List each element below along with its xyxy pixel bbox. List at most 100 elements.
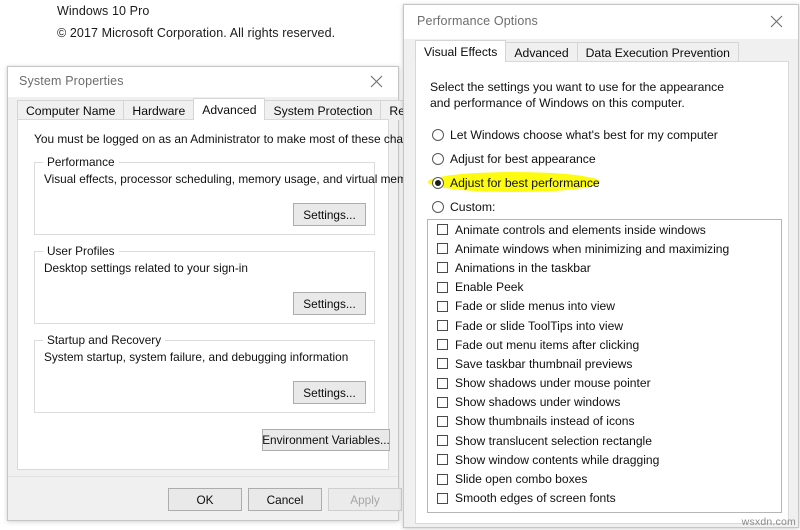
effect-list-item[interactable]: Save taskbar thumbnail previews bbox=[428, 354, 781, 373]
tab-system-protection[interactable]: System Protection bbox=[264, 100, 382, 120]
tab-data-execution-prevention[interactable]: Data Execution Prevention bbox=[576, 42, 739, 62]
tab-label: Advanced bbox=[514, 45, 569, 60]
radio-label: Adjust for best performance bbox=[450, 176, 600, 190]
close-button[interactable] bbox=[354, 67, 398, 96]
effect-label: Show thumbnails instead of icons bbox=[455, 414, 635, 429]
effect-list-item[interactable]: Fade or slide ToolTips into view bbox=[428, 316, 781, 335]
startup-recovery-settings-button[interactable]: Settings... bbox=[293, 381, 366, 404]
advanced-tab-panel: You must be logged on as an Administrato… bbox=[17, 119, 432, 470]
radio-best-performance[interactable]: Adjust for best performance bbox=[432, 173, 600, 193]
windows-edition-label: Windows 10 Pro bbox=[57, 4, 150, 18]
tab-advanced[interactable]: Advanced bbox=[193, 98, 266, 120]
close-button[interactable] bbox=[754, 5, 798, 38]
visual-effects-listbox[interactable]: Animate controls and elements inside win… bbox=[427, 219, 782, 513]
effect-list-item[interactable]: Show translucent selection rectangle bbox=[428, 431, 781, 450]
effect-list-item[interactable]: Show shadows under windows bbox=[428, 393, 781, 412]
cancel-button[interactable]: Cancel bbox=[248, 488, 322, 511]
effect-list-item[interactable]: Show window contents while dragging bbox=[428, 450, 781, 469]
checkbox-icon[interactable] bbox=[437, 358, 448, 370]
tab-label: System Protection bbox=[273, 103, 373, 118]
radio-indicator bbox=[432, 153, 444, 165]
effect-list-item[interactable]: Slide open combo boxes bbox=[428, 469, 781, 488]
radio-indicator bbox=[432, 201, 444, 213]
checkbox-icon[interactable] bbox=[437, 224, 448, 236]
effect-label: Show window contents while dragging bbox=[455, 452, 660, 467]
startup-recovery-group-description: System startup, system failure, and debu… bbox=[44, 350, 349, 364]
checkbox-icon[interactable] bbox=[437, 473, 448, 485]
effect-list-item[interactable]: Animations in the taskbar bbox=[428, 258, 781, 277]
effect-label: Show shadows under mouse pointer bbox=[455, 376, 651, 391]
effect-label: Enable Peek bbox=[455, 280, 524, 295]
performance-options-title: Performance Options bbox=[417, 14, 538, 28]
tab-visual-effects[interactable]: Visual Effects bbox=[415, 40, 507, 62]
checkbox-icon[interactable] bbox=[437, 243, 448, 255]
screen-root: Windows 10 Pro © 2017 Microsoft Corporat… bbox=[0, 0, 800, 530]
effect-label: Smooth-scroll list boxes bbox=[455, 510, 583, 512]
effect-list-item[interactable]: Show shadows under mouse pointer bbox=[428, 374, 781, 393]
effect-list-item[interactable]: Animate controls and elements inside win… bbox=[428, 220, 781, 239]
checkbox-icon[interactable] bbox=[437, 281, 448, 293]
windows-copyright-label: © 2017 Microsoft Corporation. All rights… bbox=[57, 26, 336, 40]
radio-label: Adjust for best appearance bbox=[450, 152, 596, 166]
system-properties-footer: OK Cancel Apply bbox=[8, 476, 402, 520]
effect-list-item[interactable]: Smooth-scroll list boxes bbox=[428, 508, 781, 512]
user-profiles-group-description: Desktop settings related to your sign-in bbox=[44, 261, 248, 275]
checkbox-icon[interactable] bbox=[437, 454, 448, 466]
site-watermark: wsxdn.com bbox=[741, 516, 796, 528]
user-profiles-settings-button[interactable]: Settings... bbox=[293, 292, 366, 315]
ok-button[interactable]: OK bbox=[168, 488, 242, 511]
environment-variables-button[interactable]: Environment Variables... bbox=[262, 429, 390, 451]
tab-computer-name[interactable]: Computer Name bbox=[17, 100, 125, 120]
effect-label: Save taskbar thumbnail previews bbox=[455, 356, 633, 371]
radio-custom[interactable]: Custom: bbox=[432, 197, 495, 217]
tab-label: Hardware bbox=[132, 103, 186, 118]
apply-button: Apply bbox=[328, 488, 402, 511]
effect-list-item[interactable]: Fade or slide menus into view bbox=[428, 297, 781, 316]
user-profiles-group-legend: User Profiles bbox=[43, 244, 119, 258]
effect-label: Animate controls and elements inside win… bbox=[455, 222, 706, 237]
checkbox-icon[interactable] bbox=[437, 415, 448, 427]
tab-label: Visual Effects bbox=[424, 44, 498, 59]
checkbox-icon[interactable] bbox=[437, 377, 448, 389]
radio-label: Let Windows choose what's best for my co… bbox=[450, 128, 718, 142]
effect-label: Fade or slide ToolTips into view bbox=[455, 318, 624, 333]
checkbox-icon[interactable] bbox=[437, 492, 448, 504]
checkbox-icon[interactable] bbox=[437, 339, 448, 351]
effect-label: Smooth edges of screen fonts bbox=[455, 491, 616, 506]
effect-list-item[interactable]: Enable Peek bbox=[428, 278, 781, 297]
checkbox-icon[interactable] bbox=[437, 300, 448, 312]
radio-indicator bbox=[432, 129, 444, 141]
performance-options-tabstrip: Visual Effects Advanced Data Execution P… bbox=[404, 39, 798, 62]
radio-let-windows-choose[interactable]: Let Windows choose what's best for my co… bbox=[432, 125, 718, 145]
checkbox-icon[interactable] bbox=[437, 511, 448, 512]
performance-options-titlebar[interactable]: Performance Options bbox=[404, 5, 798, 39]
checkbox-icon[interactable] bbox=[437, 435, 448, 447]
effect-label: Show shadows under windows bbox=[455, 395, 621, 410]
performance-group-legend: Performance bbox=[43, 155, 119, 169]
tab-hardware[interactable]: Hardware bbox=[123, 100, 195, 120]
system-properties-title: System Properties bbox=[19, 74, 124, 88]
system-properties-titlebar[interactable]: System Properties bbox=[8, 67, 398, 97]
effect-list-item[interactable]: Smooth edges of screen fonts bbox=[428, 489, 781, 508]
close-icon bbox=[770, 15, 783, 28]
tab-label: Data Execution Prevention bbox=[585, 45, 730, 60]
tab-label: Computer Name bbox=[26, 103, 116, 118]
checkbox-icon[interactable] bbox=[437, 320, 448, 332]
visual-effects-tab-panel: Select the settings you want to use for … bbox=[415, 61, 789, 524]
performance-group: Performance Visual effects, processor sc… bbox=[34, 155, 423, 235]
radio-best-appearance[interactable]: Adjust for best appearance bbox=[432, 149, 596, 169]
effect-label: Show translucent selection rectangle bbox=[455, 433, 652, 448]
checkbox-icon[interactable] bbox=[437, 396, 448, 408]
system-properties-window: System Properties Computer Name Hardware… bbox=[7, 66, 442, 521]
effect-list-item[interactable]: Fade out menu items after clicking bbox=[428, 335, 781, 354]
checkbox-icon[interactable] bbox=[437, 262, 448, 274]
effect-list-item[interactable]: Animate windows when minimizing and maxi… bbox=[428, 239, 781, 258]
radio-indicator bbox=[432, 177, 444, 189]
performance-group-description: Visual effects, processor scheduling, me… bbox=[44, 172, 424, 186]
administrator-notice: You must be logged on as an Administrato… bbox=[34, 132, 433, 146]
effect-label: Fade out menu items after clicking bbox=[455, 337, 640, 352]
performance-settings-button[interactable]: Settings... bbox=[293, 203, 366, 226]
visual-effects-intro: Select the settings you want to use for … bbox=[430, 80, 725, 110]
effect-list-item[interactable]: Show thumbnails instead of icons bbox=[428, 412, 781, 431]
tab-advanced[interactable]: Advanced bbox=[505, 42, 578, 62]
